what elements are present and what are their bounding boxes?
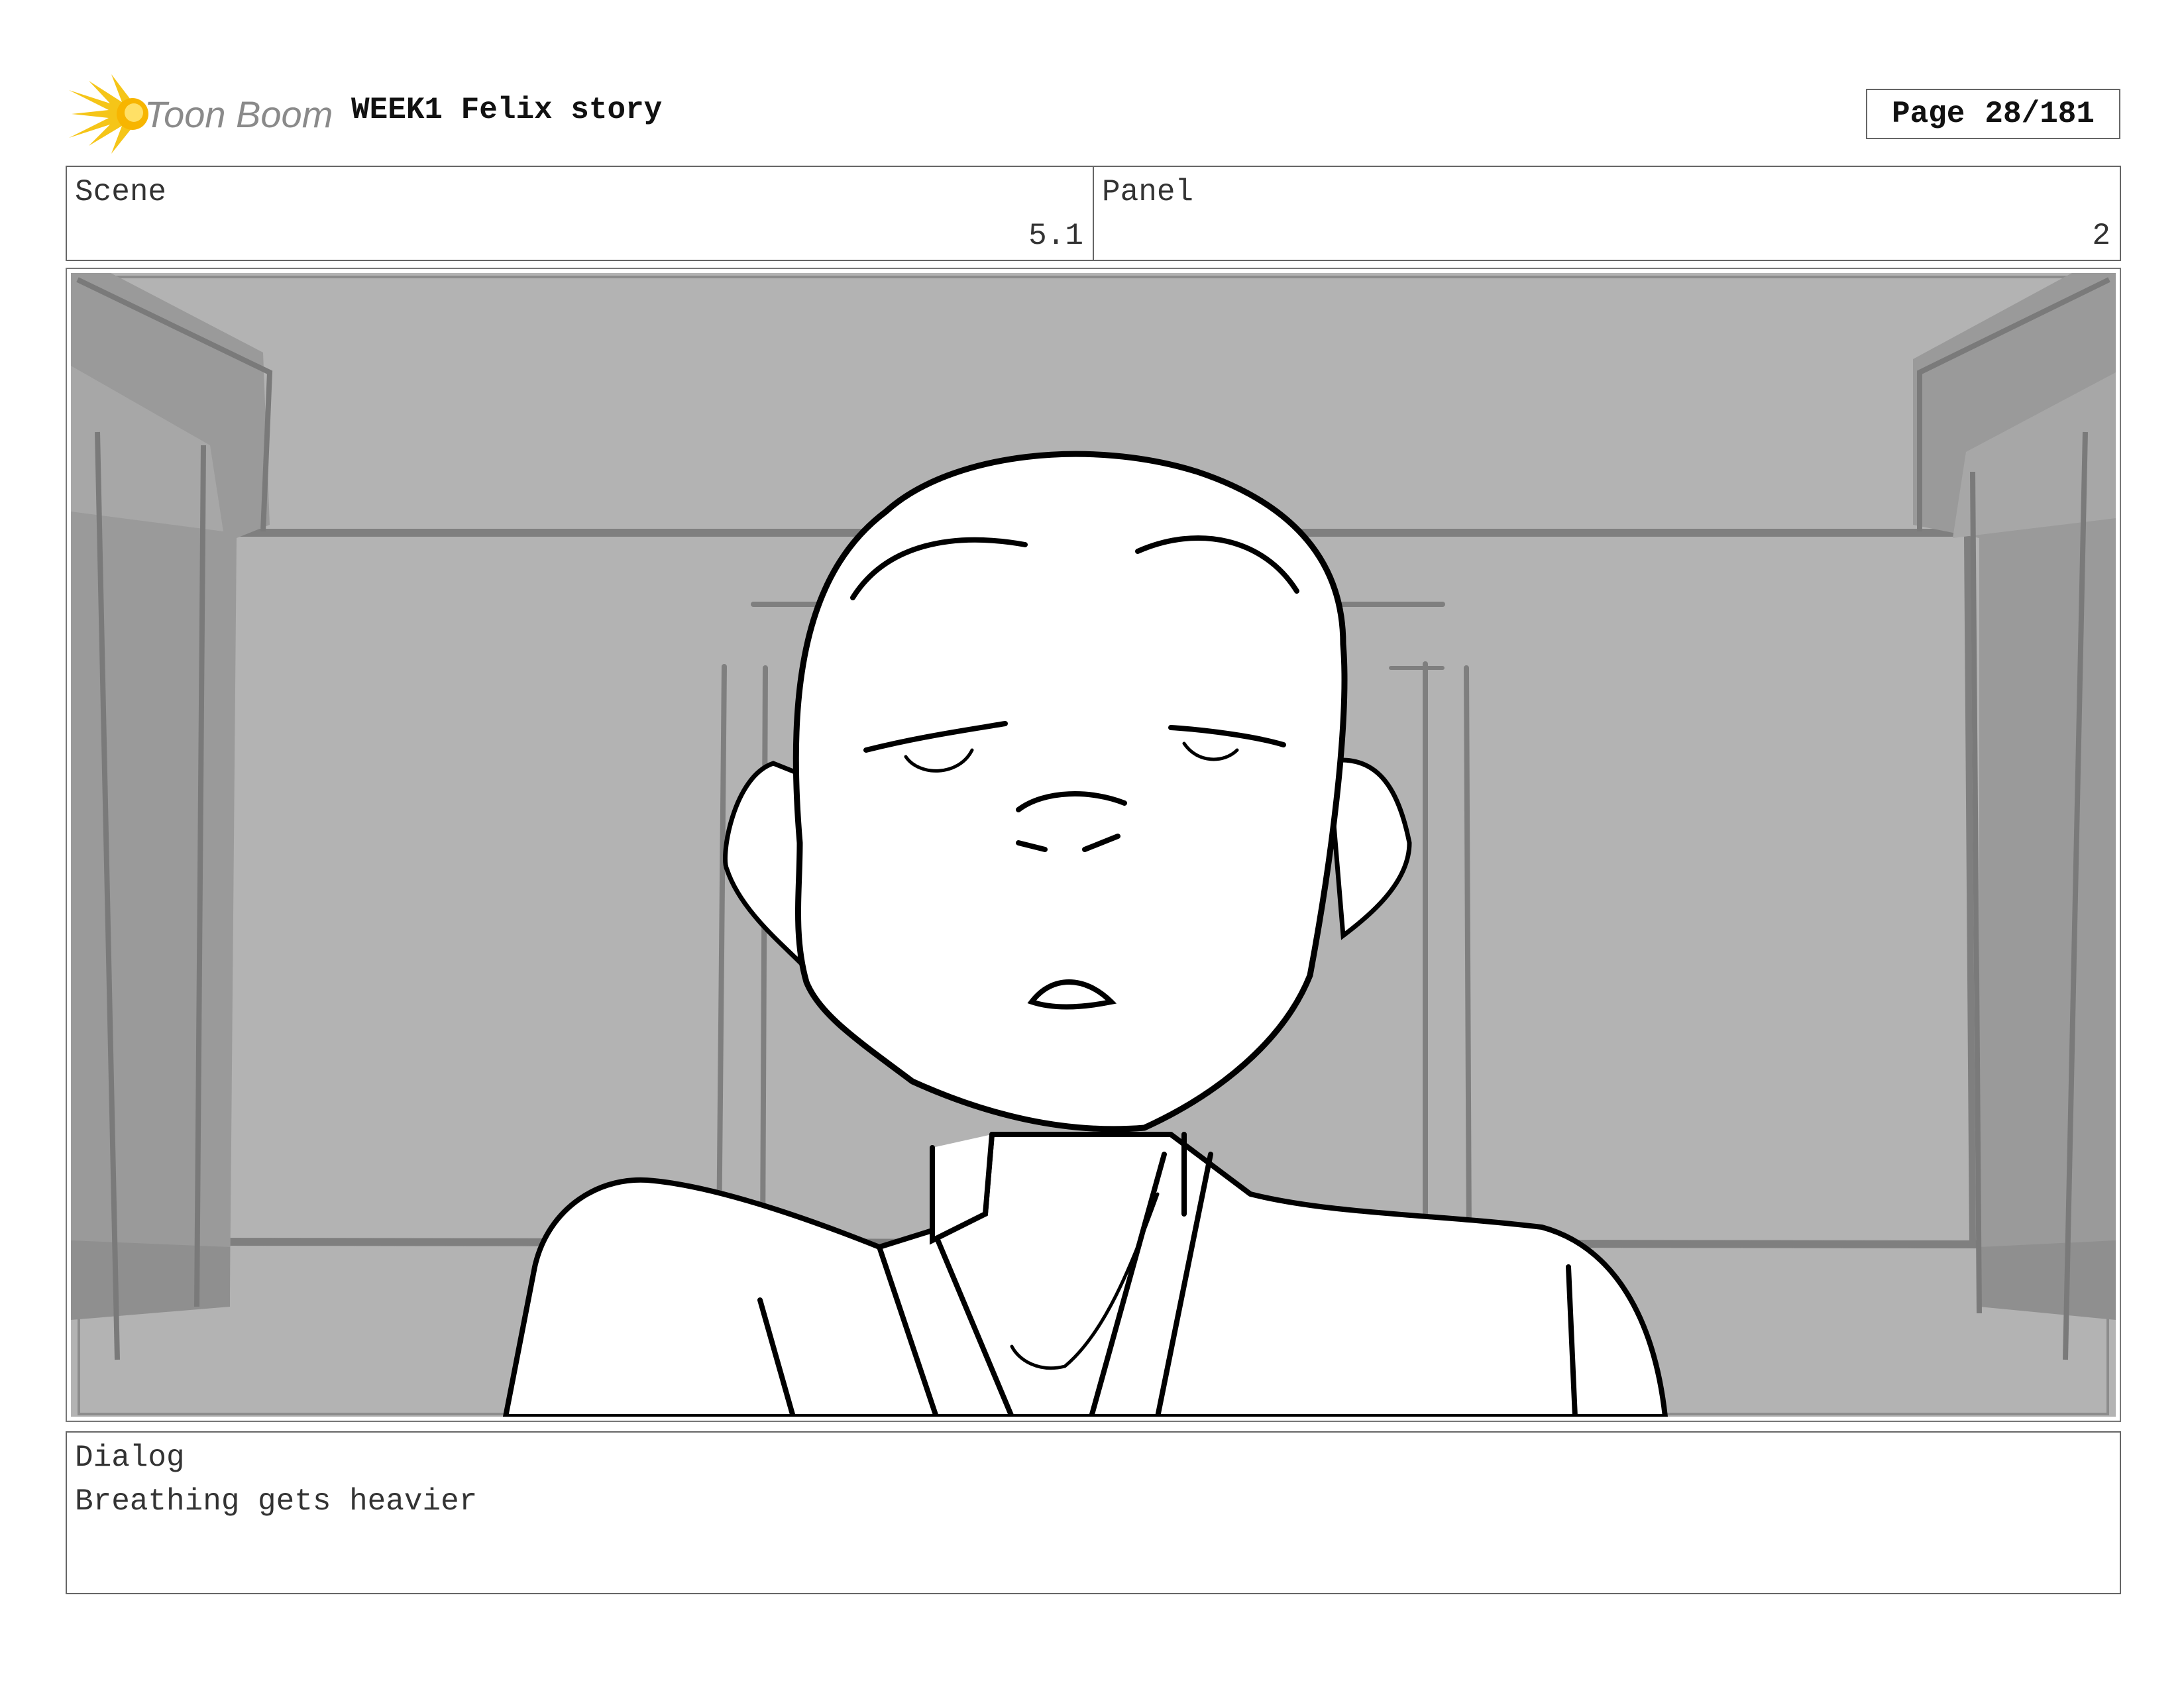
- panel-value: 2: [2092, 219, 2110, 253]
- dialog-label: Dialog: [75, 1441, 185, 1475]
- starburst-icon: [69, 74, 148, 154]
- dialog-box: Dialog Breathing gets heavier: [66, 1431, 2121, 1594]
- scene-cell: Scene 5.1: [67, 167, 1093, 260]
- page-label: Page: [1891, 97, 1965, 131]
- logo-wordmark: Toon Boom: [144, 93, 333, 135]
- scene-value: 5.1: [1028, 219, 1083, 253]
- page-number: 28/181: [1985, 97, 2095, 131]
- page-indicator: Page 28/181: [1866, 89, 2120, 139]
- toon-boom-logo: Toon Boom: [69, 74, 333, 154]
- scene-label: Scene: [75, 175, 167, 209]
- panel-label: Panel: [1102, 175, 1194, 209]
- storyboard-sketch: [71, 273, 2116, 1417]
- dialog-text: Breathing gets heavier: [75, 1484, 478, 1519]
- panel-cell: Panel 2: [1093, 167, 2120, 260]
- scene-panel-row: Scene 5.1 Panel 2: [66, 166, 2121, 261]
- storyboard-panel: [66, 268, 2121, 1422]
- document-title: WEEK1 Felix story: [351, 93, 663, 127]
